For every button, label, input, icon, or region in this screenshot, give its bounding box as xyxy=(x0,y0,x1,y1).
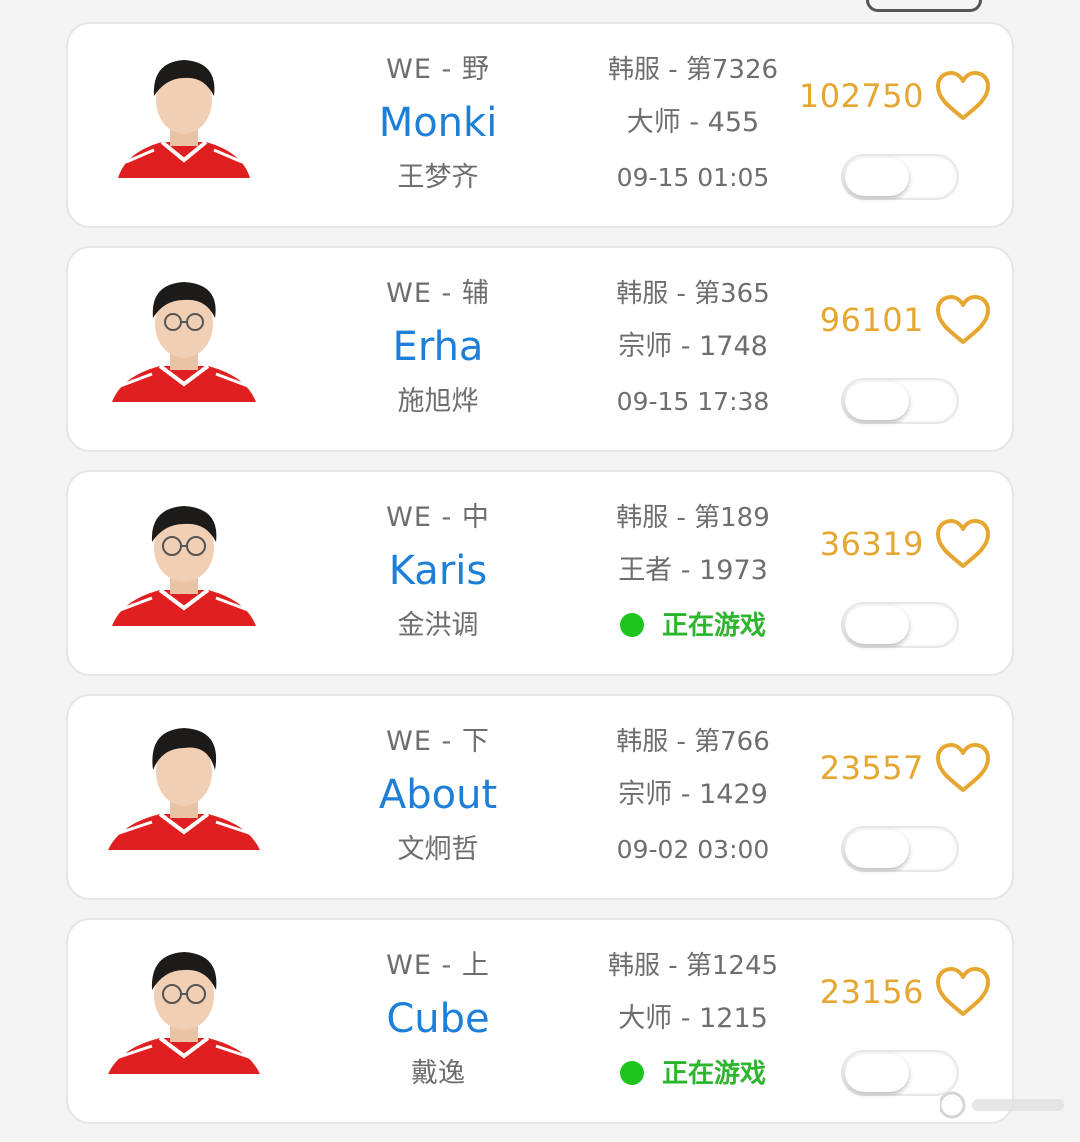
toggle-knob xyxy=(845,158,909,196)
in-game-status: 正在游戏 xyxy=(588,1052,798,1096)
green-dot-icon xyxy=(619,1061,644,1085)
team-position: WE - 上 xyxy=(386,950,490,981)
status-text: 正在游戏 xyxy=(661,611,766,641)
team-position: WE - 下 xyxy=(386,726,490,757)
heart-outline-icon[interactable] xyxy=(934,518,992,570)
player-avatar xyxy=(104,42,264,178)
player-real-name: 王梦齐 xyxy=(397,162,479,193)
toggle-knob xyxy=(845,830,909,868)
watermark-logo xyxy=(940,1091,1064,1119)
player-avatar xyxy=(104,714,264,850)
player-avatar xyxy=(104,490,264,626)
player-name-column: WE - 辅 Erha 施旭烨 xyxy=(338,274,538,424)
player-id[interactable]: About xyxy=(338,762,538,828)
likes-group: 96101 xyxy=(820,292,992,348)
likes-group: 23557 xyxy=(820,740,992,796)
last-game-time: 09-15 17:38 xyxy=(616,387,770,416)
player-real-name: 施旭烨 xyxy=(397,386,479,417)
player-real-name: 文炯哲 xyxy=(397,834,479,865)
heart-outline-icon[interactable] xyxy=(934,70,992,122)
player-list: WE - 野 Monki 王梦齐 韩服 - 第7326 大师 - 455 09-… xyxy=(66,22,1014,1142)
player-real-name: 戴逸 xyxy=(411,1058,465,1089)
player-card[interactable]: WE - 下 About 文炯哲 韩服 - 第766 宗师 - 1429 09-… xyxy=(66,694,1014,900)
team-position: WE - 辅 xyxy=(386,278,490,309)
tier-lp: 宗师 - 1429 xyxy=(618,779,768,810)
player-rank-column: 韩服 - 第7326 大师 - 455 09-15 01:05 xyxy=(588,50,798,200)
server-rank: 韩服 - 第766 xyxy=(616,727,770,757)
tier-lp: 大师 - 455 xyxy=(626,107,760,138)
status-text: 正在游戏 xyxy=(661,1059,766,1089)
heart-outline-icon[interactable] xyxy=(934,294,992,346)
player-card[interactable]: WE - 中 Karis 金洪调 韩服 - 第189 王者 - 1973 正在游… xyxy=(66,470,1014,676)
last-game-time: 09-15 01:05 xyxy=(616,163,770,192)
player-id[interactable]: Monki xyxy=(338,90,538,156)
follow-toggle[interactable] xyxy=(841,602,959,648)
player-avatar xyxy=(104,938,264,1074)
team-position: WE - 野 xyxy=(386,54,490,85)
player-card[interactable]: WE - 野 Monki 王梦齐 韩服 - 第7326 大师 - 455 09-… xyxy=(66,22,1014,228)
player-name-column: WE - 中 Karis 金洪调 xyxy=(338,498,538,648)
player-name-column: WE - 下 About 文炯哲 xyxy=(338,722,538,872)
server-rank: 韩服 - 第365 xyxy=(616,279,770,309)
likes-group: 36319 xyxy=(820,516,992,572)
team-position: WE - 中 xyxy=(386,502,490,533)
player-id[interactable]: Cube xyxy=(338,986,538,1052)
tier-lp: 宗师 - 1748 xyxy=(618,331,768,362)
player-id[interactable]: Erha xyxy=(338,314,538,380)
player-name-column: WE - 上 Cube 戴逸 xyxy=(338,946,538,1096)
toggle-knob xyxy=(845,1054,909,1092)
last-game-time: 09-02 03:00 xyxy=(616,835,770,864)
toggle-knob xyxy=(845,606,909,644)
like-count: 36319 xyxy=(819,525,924,563)
top-tab-edge[interactable] xyxy=(866,0,982,12)
follow-toggle[interactable] xyxy=(841,154,959,200)
player-name-column: WE - 野 Monki 王梦齐 xyxy=(338,50,538,200)
player-avatar xyxy=(104,266,264,402)
like-count: 102750 xyxy=(798,77,924,115)
likes-group: 102750 xyxy=(799,68,992,124)
server-rank: 韩服 - 第189 xyxy=(616,503,770,533)
likes-group: 23156 xyxy=(820,964,992,1020)
player-rank-column: 韩服 - 第766 宗师 - 1429 09-02 03:00 xyxy=(588,722,798,872)
player-rank-column: 韩服 - 第1245 大师 - 1215 正在游戏 xyxy=(588,946,798,1096)
heart-outline-icon[interactable] xyxy=(934,742,992,794)
green-dot-icon xyxy=(619,613,644,637)
heart-outline-icon[interactable] xyxy=(934,966,992,1018)
tier-lp: 王者 - 1973 xyxy=(618,555,768,586)
server-rank: 韩服 - 第1245 xyxy=(607,951,779,981)
player-real-name: 金洪调 xyxy=(397,610,479,641)
like-count: 23557 xyxy=(819,749,924,787)
tier-lp: 大师 - 1215 xyxy=(618,1003,768,1034)
follow-toggle[interactable] xyxy=(841,378,959,424)
like-count: 96101 xyxy=(819,301,924,339)
toggle-knob xyxy=(845,382,909,420)
player-card[interactable]: WE - 辅 Erha 施旭烨 韩服 - 第365 宗师 - 1748 09-1… xyxy=(66,246,1014,452)
like-count: 23156 xyxy=(819,973,924,1011)
follow-toggle[interactable] xyxy=(841,826,959,872)
server-rank: 韩服 - 第7326 xyxy=(607,55,779,85)
player-card[interactable]: WE - 上 Cube 戴逸 韩服 - 第1245 大师 - 1215 正在游戏… xyxy=(66,918,1014,1124)
player-rank-column: 韩服 - 第365 宗师 - 1748 09-15 17:38 xyxy=(588,274,798,424)
player-id[interactable]: Karis xyxy=(338,538,538,604)
player-rank-column: 韩服 - 第189 王者 - 1973 正在游戏 xyxy=(588,498,798,648)
in-game-status: 正在游戏 xyxy=(588,604,798,648)
